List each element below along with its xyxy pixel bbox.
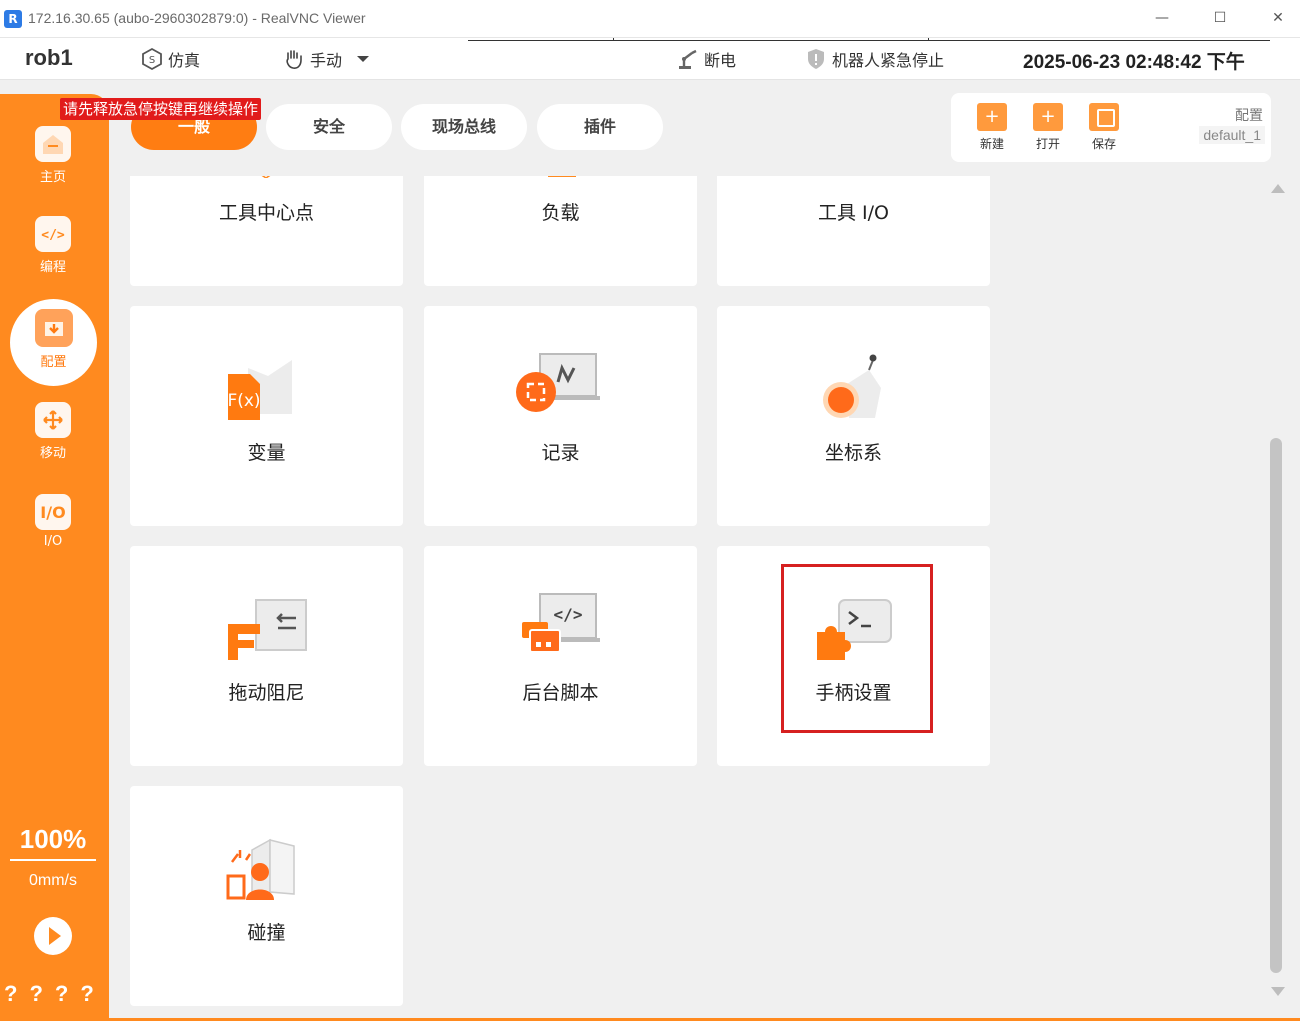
simulation-label: 仿真	[168, 51, 201, 70]
save-config-button[interactable]: 保存	[1082, 103, 1126, 152]
power-off-label: 断电	[704, 51, 737, 70]
tab-plugins[interactable]: 插件	[537, 104, 663, 150]
tab-fieldbus[interactable]: 现场总线	[401, 104, 527, 150]
card-record[interactable]: 记录	[424, 306, 697, 526]
home-icon	[35, 126, 71, 162]
card-background-script[interactable]: </> 后台脚本	[424, 546, 697, 766]
scroll-down-arrow-icon[interactable]	[1271, 987, 1285, 996]
close-button[interactable]: ✕	[1264, 6, 1292, 30]
vertical-scrollbar[interactable]	[1268, 176, 1286, 1002]
scroll-up-arrow-icon[interactable]	[1271, 184, 1285, 193]
window-title: 172.16.30.65 (aubo-2960302879:0) - RealV…	[28, 10, 366, 26]
datetime-display: 2025-06-23 02:48:42 下午	[1023, 52, 1245, 73]
open-config-label: 打开	[1035, 137, 1060, 151]
sidebar-item-label: 移动	[39, 446, 66, 461]
card-label: 工具中心点	[218, 202, 314, 224]
tcp-icon	[261, 176, 271, 178]
svg-text:</>: </>	[554, 605, 583, 624]
sidebar-item-io[interactable]: I/O I/O	[0, 494, 106, 574]
emergency-warning: 请先释放急停按键再继续操作	[60, 98, 262, 120]
payload-icon	[548, 176, 576, 177]
card-label: 记录	[541, 442, 580, 464]
save-icon	[1089, 103, 1119, 131]
vnc-window: R 172.16.30.65 (aubo-2960302879:0) - Rea…	[0, 0, 1300, 1021]
card-label: 后台脚本	[522, 682, 599, 704]
simulation-icon: S	[142, 47, 162, 71]
config-panel: 新建 打开 保存 配置 default_1	[951, 93, 1271, 162]
card-collision[interactable]: 碰撞	[130, 786, 403, 1006]
robot-arm-icon	[679, 49, 697, 69]
card-tcp[interactable]: 工具中心点	[130, 176, 403, 286]
card-label: 负载	[541, 202, 580, 224]
svg-text:F(x): F(x)	[227, 391, 260, 411]
card-tool-io[interactable]: 工具 I/O	[717, 176, 990, 286]
new-config-label: 新建	[979, 137, 1004, 151]
io-icon: I/O	[35, 494, 71, 530]
app-header: rob1 S 仿真 手动 断电 机器人紧急停止 2025-06-23 02:48…	[0, 38, 1300, 80]
emergency-stop-status: 机器人紧急停止	[804, 46, 944, 72]
sidebar-item-label: 编程	[39, 260, 66, 275]
card-payload[interactable]: 负载	[424, 176, 697, 286]
move-icon	[35, 402, 71, 438]
config-icon	[34, 309, 73, 347]
tab-safety[interactable]: 安全	[266, 104, 392, 150]
open-config-button[interactable]: 打开	[1026, 103, 1070, 152]
sidebar-item-label: I/O	[43, 534, 63, 549]
new-config-button[interactable]: 新建	[970, 103, 1014, 152]
sidebar-item-move[interactable]: 移动	[0, 402, 106, 482]
manual-mode-dropdown[interactable]: 手动	[282, 46, 370, 72]
variables-icon: F(x)	[227, 360, 292, 420]
maximize-button[interactable]: ☐	[1206, 6, 1234, 30]
coordinate-icon	[823, 354, 881, 418]
selection-highlight	[781, 564, 933, 733]
sidebar-item-home[interactable]: 主页	[0, 126, 106, 206]
header-divider	[468, 38, 1270, 41]
svg-text:I/O: I/O	[40, 503, 65, 522]
robot-name: rob1	[25, 45, 73, 70]
realvnc-logo-icon: R	[4, 10, 22, 28]
status-marks: ????	[4, 981, 106, 1006]
card-variables[interactable]: F(x) 变量	[130, 306, 403, 526]
sidebar-item-programming[interactable]: </> 编程	[0, 216, 106, 296]
minimize-button[interactable]: —	[1148, 6, 1176, 30]
record-icon	[516, 353, 600, 412]
open-folder-icon	[1033, 103, 1063, 131]
svg-text:S: S	[149, 55, 155, 66]
config-label: 配置	[1235, 108, 1263, 124]
card-label: 工具 I/O	[818, 202, 889, 224]
scroll-thumb[interactable]	[1270, 438, 1282, 973]
speed-value: 0mm/s	[29, 872, 77, 889]
speed-percentage[interactable]: 100%	[10, 824, 96, 861]
card-label: 坐标系	[824, 442, 882, 464]
sidebar-item-label: 主页	[39, 170, 66, 185]
card-drag-damping[interactable]: 拖动阻尼	[130, 546, 403, 766]
code-icon: </>	[35, 216, 71, 252]
sidebar-item-label: 配置	[40, 355, 67, 370]
background-script-icon: </>	[522, 593, 600, 653]
chevron-down-icon	[357, 56, 370, 62]
simulation-toggle[interactable]: S 仿真	[140, 46, 200, 72]
collision-icon	[226, 838, 295, 900]
sidebar: 主页 </> 编程 配置 移动 I/O I/O 100% 0mm/s ????	[0, 94, 109, 1021]
drag-damping-icon	[228, 599, 307, 660]
power-off-button[interactable]: 断电	[676, 46, 736, 72]
new-file-icon	[977, 103, 1007, 131]
emergency-stop-label: 机器人紧急停止	[832, 51, 945, 70]
config-name: default_1	[1199, 126, 1265, 144]
content-area: 工具中心点 负载 工具 I/O F(x) 变量 记录 坐标系 拖动阻尼 </> …	[109, 176, 1269, 1021]
card-label: 拖动阻尼	[228, 682, 305, 704]
card-label: 碰撞	[247, 922, 286, 944]
shield-icon	[808, 49, 824, 69]
hand-icon	[286, 50, 302, 69]
play-button[interactable]	[34, 917, 72, 955]
sidebar-item-config[interactable]: 配置	[10, 299, 97, 386]
manual-mode-label: 手动	[310, 51, 343, 70]
vnc-title-bar: R 172.16.30.65 (aubo-2960302879:0) - Rea…	[0, 0, 1300, 38]
svg-text:</>: </>	[41, 228, 65, 243]
card-coordinate-system[interactable]: 坐标系	[717, 306, 990, 526]
save-config-label: 保存	[1091, 137, 1116, 151]
card-label: 变量	[247, 442, 286, 464]
